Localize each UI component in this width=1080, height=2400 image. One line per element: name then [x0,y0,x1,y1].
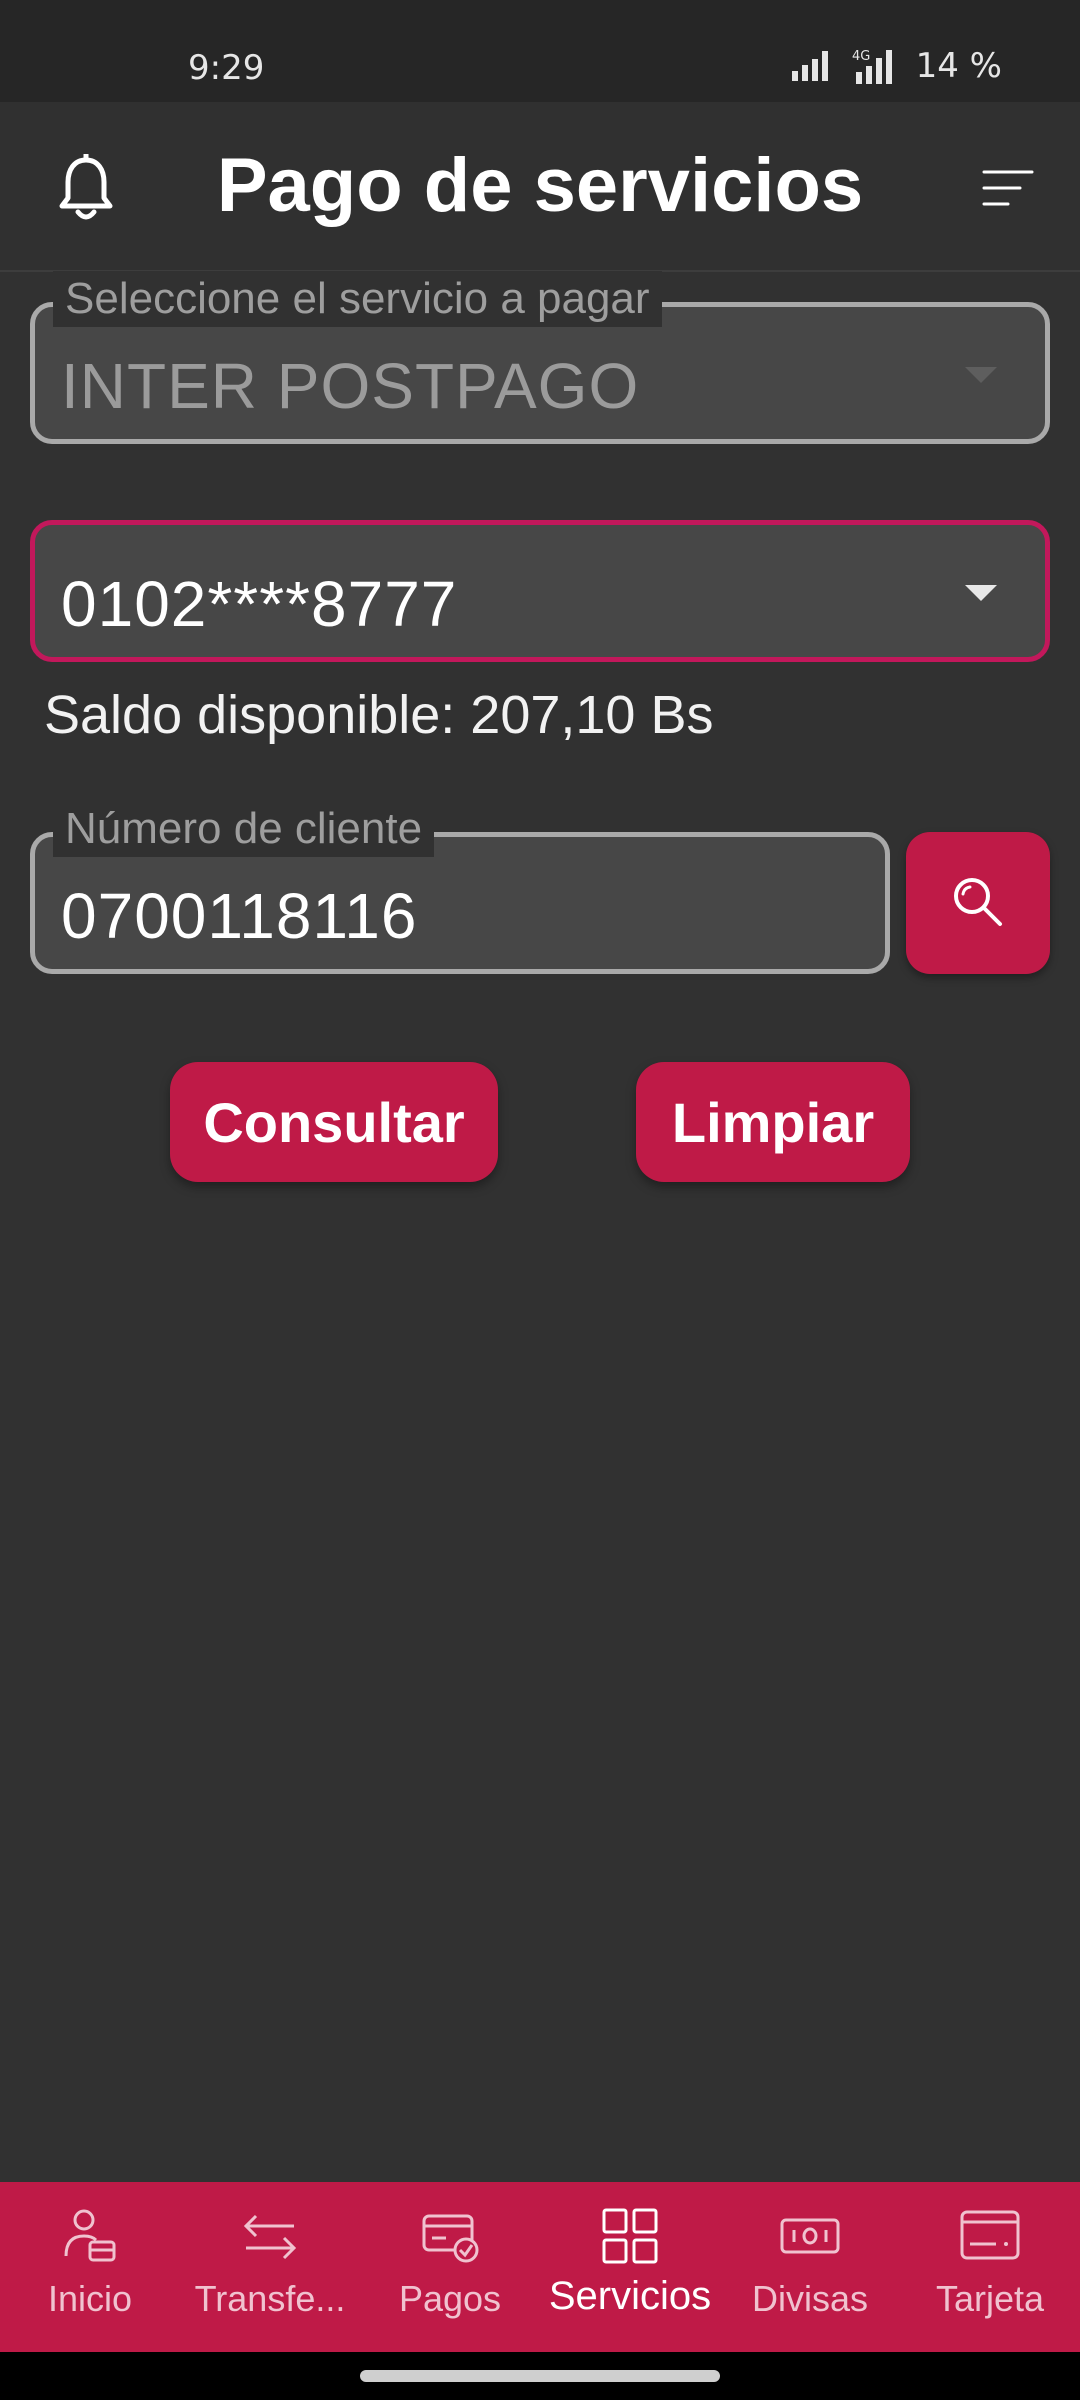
status-bar: 9:29 4G 14 % [0,0,1080,102]
chevron-down-icon [965,367,997,383]
account-select-value: 0102****8777 [61,568,458,640]
nav-label: Pagos [398,2278,502,2319]
signal-icon [791,51,828,81]
home-gesture-bar[interactable] [360,2370,720,2382]
client-number-field[interactable]: Número de cliente 0700118116 [30,801,890,974]
nav-item-pagos[interactable]: Pagos [360,2182,540,2352]
nav-label: Servicios [548,2274,712,2318]
nav-label: Divisas [751,2278,868,2319]
search-icon [954,878,1002,926]
signal-4g-icon: 4G [852,49,892,84]
client-number-value: 0700118116 [61,880,418,952]
service-select-label: Seleccione el servicio a pagar [53,271,662,327]
nav-label: Inicio [47,2278,133,2319]
chevron-down-icon [965,585,997,601]
nav-item-divisas[interactable]: Divisas [720,2182,900,2352]
page-title: Pago de servicios [216,143,864,228]
bottom-nav: Inicio Transfe... Pagos Servicios Divisa… [0,2182,1080,2352]
client-number-label: Número de cliente [53,801,435,857]
nav-item-inicio[interactable]: Inicio [0,2182,180,2352]
status-icons: 4G 14 % [791,46,1002,86]
consult-button[interactable]: Consultar [170,1062,498,1182]
service-select-value: INTER POSTPAGO [61,350,640,422]
clear-button[interactable]: Limpiar [636,1062,910,1182]
status-time: 9:29 [188,48,265,88]
menu-icon[interactable] [980,168,1036,208]
svg-text:4G: 4G [852,49,870,64]
screen: 9:29 4G 14 % Pago de servicios Seleccion… [0,0,1080,2400]
transfer-arrows-icon [243,2214,297,2260]
search-button[interactable] [906,832,1050,974]
gesture-area [0,2352,1080,2400]
battery-level: 14 % [915,46,1002,86]
nav-label: Tarjeta [935,2278,1045,2319]
account-select[interactable]: 0102****8777 [30,520,1050,662]
banknote-icon [780,2218,840,2254]
nav-item-servicios[interactable]: Servicios [540,2182,720,2352]
app-header: Pago de servicios [0,102,1080,272]
nav-label: Transfe... [194,2278,346,2319]
service-select[interactable]: Seleccione el servicio a pagar INTER POS… [30,271,1050,444]
nav-item-transferencias[interactable]: Transfe... [180,2182,360,2352]
available-balance: Saldo disponible: 207,10 Bs [44,685,714,745]
grid-icon [602,2208,658,2264]
nav-item-tarjeta[interactable]: Tarjeta [900,2182,1080,2352]
card-icon [960,2210,1020,2260]
home-user-icon [64,2209,116,2262]
card-check-icon [422,2214,479,2263]
